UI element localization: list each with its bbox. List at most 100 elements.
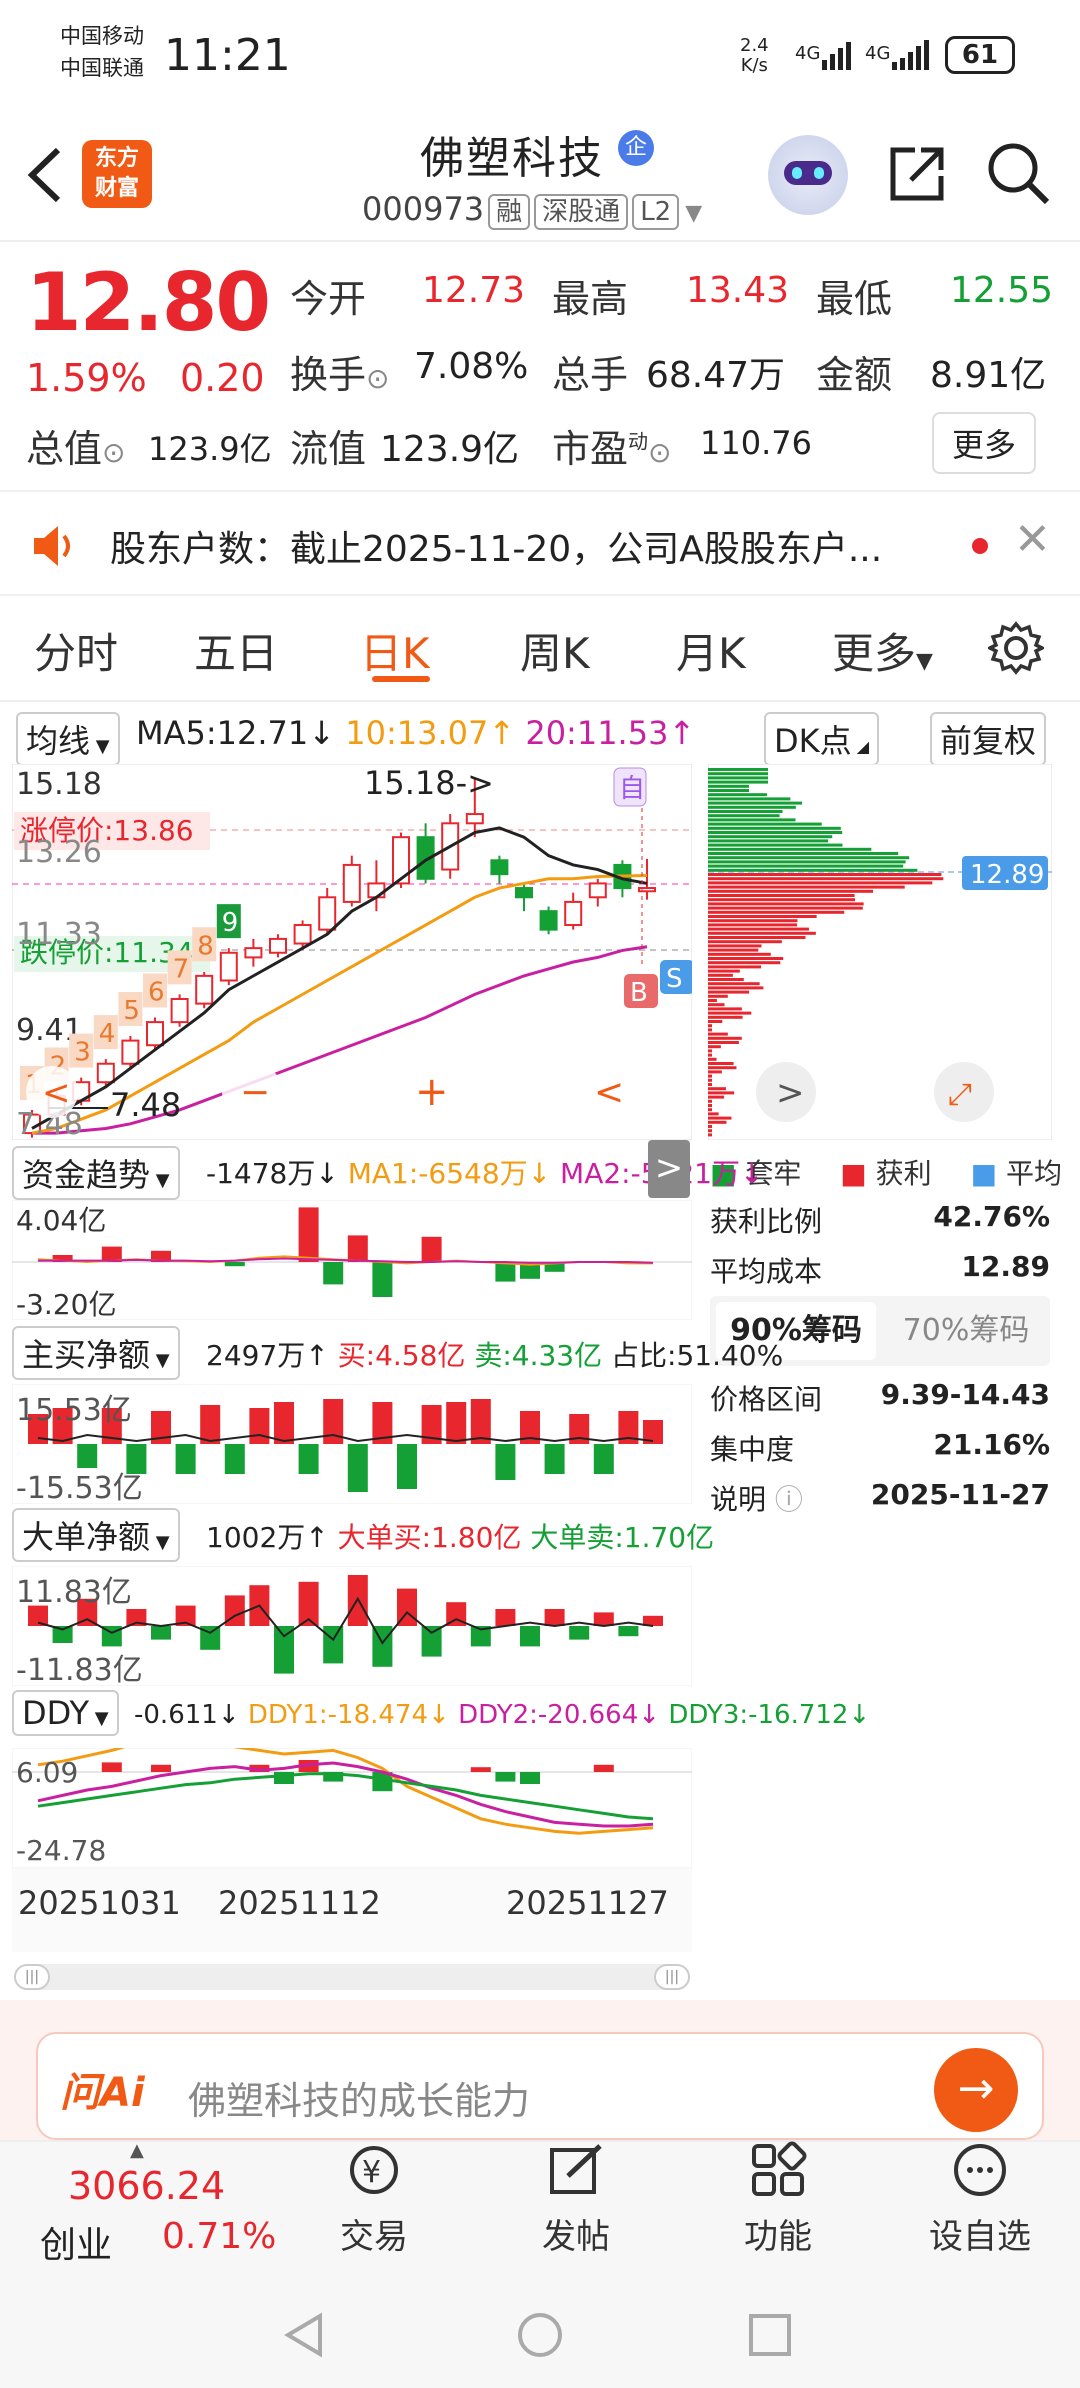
kline-candle <box>342 863 361 903</box>
kline-chart[interactable]: 涨停价:13.86 跌停价:11.34 15.18 13.26 11.33 9.… <box>12 764 692 1140</box>
adjust-selector[interactable]: 前复权 <box>930 712 1047 766</box>
chip-bar <box>708 969 740 973</box>
last-price: 12.80 <box>26 256 271 349</box>
kline-candle <box>293 924 312 945</box>
nav-trade[interactable]: ¥ 交易 <box>304 2140 444 2258</box>
tab-weekly-k[interactable]: 周K <box>520 620 590 681</box>
expand-side-button[interactable]: > <box>648 1140 690 1198</box>
chip-bar <box>708 902 864 906</box>
ddy-bar <box>495 1772 516 1782</box>
indicator-3-selector[interactable]: 大单净额 ▼ <box>12 1508 180 1562</box>
status-bar: 中国移动 中国联通 11:21 2.4 K/s 4G 4G 61 <box>0 0 1080 110</box>
indicator-4-values: -0.611↓ DDY1:-18.474↓ DDY2:-20.664↓ DDY3… <box>134 1700 871 1730</box>
low-annotation: 7.48 <box>110 1086 181 1124</box>
y-tick-3: 11.33 <box>16 917 102 952</box>
large-order-bar <box>520 1626 540 1647</box>
tab-more[interactable]: 更多▼ <box>832 620 933 681</box>
chip-bar <box>708 889 874 893</box>
chip-bar <box>708 1062 734 1065</box>
change-percent: 1.59% <box>26 356 147 400</box>
indicator-1-selector[interactable]: 资金趋势 ▼ <box>12 1146 180 1200</box>
nav-post[interactable]: 发帖 <box>506 2140 646 2258</box>
sequence-number: 3 <box>74 1038 91 1068</box>
s-tag: S <box>666 964 683 994</box>
chip-bar <box>708 910 845 914</box>
index-name[interactable]: 创业 <box>40 2216 112 2268</box>
main-buy-bar <box>495 1444 516 1480</box>
stock-name: 佛塑科技 <box>420 133 604 184</box>
more-button[interactable]: 更多 <box>932 412 1037 474</box>
tab-daily-k[interactable]: 日K <box>360 620 430 681</box>
kline-candle <box>195 974 214 1005</box>
turnover-value: 7.08% <box>414 346 529 387</box>
fund-bar <box>347 1235 368 1262</box>
chip-bar <box>708 877 944 881</box>
robot-assistant-icon[interactable] <box>768 135 848 215</box>
main-buy-bar <box>298 1444 319 1474</box>
chip-bar <box>708 898 856 902</box>
large-order-bar <box>544 1609 565 1626</box>
chip-bar <box>708 831 843 834</box>
chip-bar <box>708 772 768 776</box>
notice-bar[interactable]: 股东户数：截止2025-11-20，公司A股股东户... ✕ <box>0 490 1080 596</box>
home-nav-icon[interactable] <box>515 2310 565 2360</box>
chip-bar <box>708 784 749 788</box>
chip-bar <box>708 1041 739 1044</box>
chip-bar <box>708 978 744 981</box>
nav-functions[interactable]: 功能 <box>708 2140 848 2258</box>
ind1-y-bottom: -3.20亿 <box>16 1288 116 1320</box>
search-button[interactable] <box>985 140 1051 210</box>
back-nav-icon[interactable] <box>280 2310 330 2360</box>
large-order-bar <box>569 1626 590 1640</box>
chip-bar <box>708 864 904 868</box>
chip-bar <box>708 1083 712 1086</box>
settings-button[interactable] <box>986 620 1046 680</box>
kline-candle <box>539 910 558 931</box>
carrier-1: 中国移动 <box>60 24 144 48</box>
main-buy-bar <box>126 1444 147 1474</box>
high-value: 13.43 <box>686 270 790 311</box>
tab-monthly-k[interactable]: 月K <box>676 620 746 681</box>
dk-point-selector[interactable]: DK点 ◢ <box>764 712 880 766</box>
chip-bar <box>708 1049 712 1053</box>
chip-bar <box>708 982 760 986</box>
close-icon[interactable]: ✕ <box>1014 514 1051 565</box>
chip-bar <box>708 1133 712 1137</box>
main-buy-net-chart: 15.53亿 -15.53亿 <box>12 1384 692 1504</box>
ai-ask-box[interactable]: 问Ai 佛塑科技的成长能力 → <box>36 2032 1044 2140</box>
recents-nav-icon[interactable] <box>745 2310 795 2360</box>
chart-scrollbar[interactable]: ||| ||| <box>14 1964 690 1990</box>
ai-send-button[interactable]: → <box>934 2048 1018 2132</box>
main-buy-bar <box>274 1402 294 1444</box>
main-buy-bar <box>347 1444 368 1492</box>
large-order-net-chart: 11.83亿 -11.83亿 <box>12 1566 692 1686</box>
tab-chip-70[interactable]: 70%筹码 <box>886 1302 1046 1360</box>
kline-candle <box>146 1021 164 1047</box>
indicator-2-selector[interactable]: 主买净额 ▼ <box>12 1326 180 1380</box>
clock: 11:21 <box>164 30 291 81</box>
tag-margin: 融 <box>488 194 531 230</box>
index-value[interactable]: 3066.24 <box>68 2164 225 2208</box>
chevron-right-icon: > <box>654 1148 684 1188</box>
large-order-bar <box>151 1626 171 1640</box>
net-speed: 2.4 K/s <box>740 35 769 76</box>
ai-logo: 问Ai <box>60 2070 145 2116</box>
ma5-value: MA5:12.71↓ <box>136 714 336 752</box>
ma-selector[interactable]: 均线 ▼ <box>16 712 120 766</box>
chip-distribution-chart[interactable]: 12.89 > ⤢ <box>708 764 1052 1140</box>
ind2-y-bottom: -15.53亿 <box>16 1471 143 1504</box>
speaker-icon <box>34 526 70 566</box>
main-buy-bar <box>397 1444 417 1489</box>
chip-bar <box>708 1020 723 1023</box>
info-icon: ⊙ <box>366 362 390 395</box>
chip-bar <box>708 1066 737 1070</box>
tab-intraday[interactable]: 分时 <box>34 620 118 681</box>
index-pct[interactable]: 0.71% <box>162 2216 276 2257</box>
tab-five-day[interactable]: 五日 <box>194 620 278 681</box>
indicator-4-selector[interactable]: DDY ▼ <box>12 1690 119 1736</box>
chip-bar <box>708 906 863 910</box>
kline-candle <box>490 859 509 876</box>
share-button[interactable] <box>885 142 949 210</box>
nav-add-watchlist[interactable]: 设自选 <box>910 2140 1050 2258</box>
back-button[interactable] <box>20 140 70 214</box>
